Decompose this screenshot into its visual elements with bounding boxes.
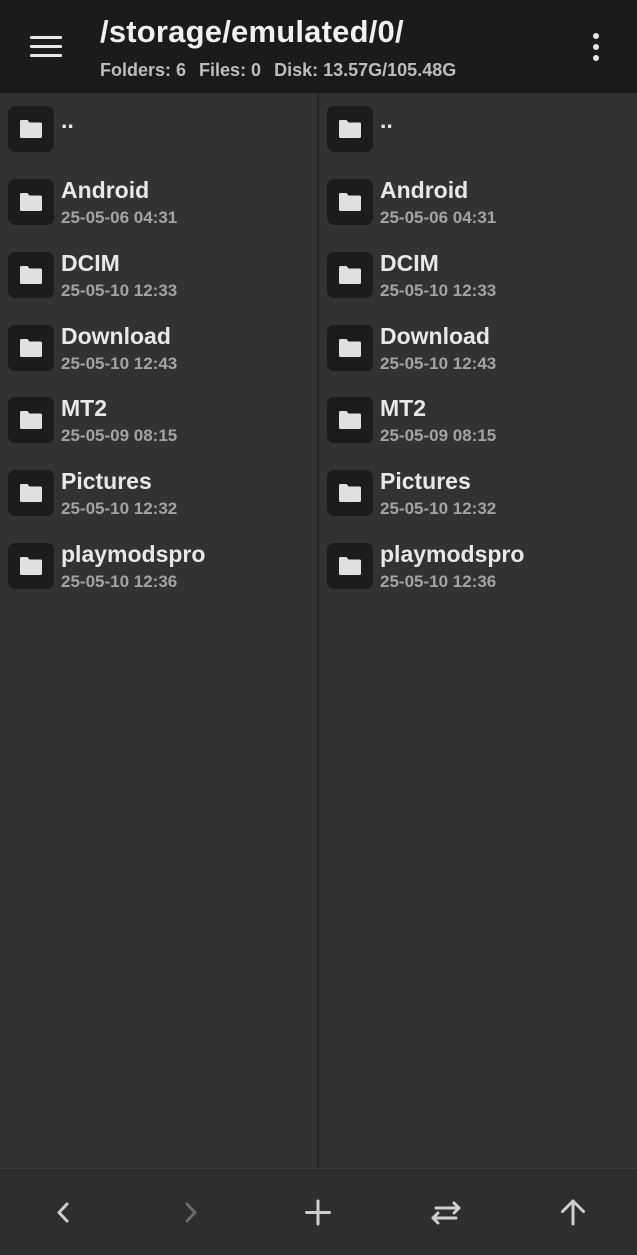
folder-icon — [8, 397, 54, 443]
right-pane[interactable]: .. Android 25-05-06 04:31 DCIM 25-05-10 … — [319, 93, 637, 1168]
back-chevron-icon[interactable] — [41, 1191, 85, 1235]
folder-name: DCIM — [61, 250, 120, 276]
folder-row[interactable]: playmodspro 25-05-10 12:36 — [319, 530, 637, 602]
folder-row[interactable]: Download 25-05-10 12:43 — [319, 312, 637, 384]
folder-row[interactable]: Android 25-05-06 04:31 — [0, 166, 317, 238]
folder-date: 25-05-09 08:15 — [380, 426, 497, 445]
parent-directory-row[interactable]: .. — [319, 93, 637, 165]
folder-row[interactable]: Pictures 25-05-10 12:32 — [319, 457, 637, 529]
folder-date: 25-05-10 12:36 — [61, 572, 178, 591]
folder-date: 25-05-10 12:33 — [380, 281, 497, 300]
folder-name: Pictures — [380, 468, 471, 494]
folder-name: DCIM — [380, 250, 439, 276]
folder-name: Pictures — [61, 468, 152, 494]
folder-icon — [8, 325, 54, 371]
folder-icon — [327, 325, 373, 371]
folder-icon — [327, 252, 373, 298]
folder-date: 25-05-06 04:31 — [380, 208, 497, 227]
parent-directory-row[interactable]: .. — [0, 93, 317, 165]
folder-icon — [327, 470, 373, 516]
folder-name: Download — [380, 323, 490, 349]
files-count: Files: 0 — [199, 60, 262, 80]
folder-name: Download — [61, 323, 171, 349]
disk-usage: Disk: 13.57G/105.48G — [274, 60, 457, 80]
swap-arrows-icon[interactable] — [424, 1191, 468, 1235]
folder-row[interactable]: DCIM 25-05-10 12:33 — [0, 239, 317, 311]
folder-icon — [8, 470, 54, 516]
folder-row[interactable]: Download 25-05-10 12:43 — [0, 312, 317, 384]
parent-directory-label: .. — [380, 107, 393, 133]
folder-date: 25-05-10 12:32 — [380, 499, 497, 518]
plus-icon[interactable] — [296, 1191, 340, 1235]
folder-date: 25-05-10 12:43 — [380, 354, 497, 373]
folder-date: 25-05-10 12:36 — [380, 572, 497, 591]
folder-name: MT2 — [61, 395, 107, 421]
folder-date: 25-05-09 08:15 — [61, 426, 178, 445]
forward-chevron-icon[interactable] — [169, 1191, 213, 1235]
current-path-title: /storage/emulated/0/ — [100, 14, 404, 49]
folder-row[interactable]: playmodspro 25-05-10 12:36 — [0, 530, 317, 602]
folder-date: 25-05-10 12:33 — [61, 281, 178, 300]
folders-count: Folders: 6 — [100, 60, 187, 80]
folder-icon — [8, 543, 54, 589]
folder-row[interactable]: MT2 25-05-09 08:15 — [319, 384, 637, 456]
folder-name: Android — [380, 177, 469, 203]
folder-icon — [327, 397, 373, 443]
folder-row[interactable]: MT2 25-05-09 08:15 — [0, 384, 317, 456]
folder-name: playmodspro — [380, 541, 525, 567]
folder-name: Android — [61, 177, 150, 203]
folder-icon — [327, 543, 373, 589]
folder-icon — [327, 179, 373, 225]
folder-icon — [8, 179, 54, 225]
more-vertical-icon[interactable] — [582, 28, 612, 66]
folder-name: playmodspro — [61, 541, 206, 567]
folder-date: 25-05-10 12:43 — [61, 354, 178, 373]
folder-row[interactable]: DCIM 25-05-10 12:33 — [319, 239, 637, 311]
folder-row[interactable]: Android 25-05-06 04:31 — [319, 166, 637, 238]
folder-date: 25-05-10 12:32 — [61, 499, 178, 518]
left-pane[interactable]: .. Android 25-05-06 04:31 DCIM 25-05-10 … — [0, 93, 317, 1168]
top-bar: /storage/emulated/0/ Folders: 6 Files: 0… — [0, 0, 637, 93]
bottom-toolbar — [0, 1168, 637, 1255]
folder-row[interactable]: Pictures 25-05-10 12:32 — [0, 457, 317, 529]
parent-directory-label: .. — [61, 107, 74, 133]
storage-stats: Folders: 6 Files: 0 Disk: 13.57G/105.48G — [100, 60, 464, 81]
hamburger-menu-icon[interactable] — [22, 28, 70, 66]
arrow-up-icon[interactable] — [551, 1191, 595, 1235]
folder-icon — [8, 106, 54, 152]
folder-name: MT2 — [380, 395, 426, 421]
file-manager-app: /storage/emulated/0/ Folders: 6 Files: 0… — [0, 0, 637, 1255]
folder-icon — [8, 252, 54, 298]
folder-icon — [327, 106, 373, 152]
folder-date: 25-05-06 04:31 — [61, 208, 178, 227]
